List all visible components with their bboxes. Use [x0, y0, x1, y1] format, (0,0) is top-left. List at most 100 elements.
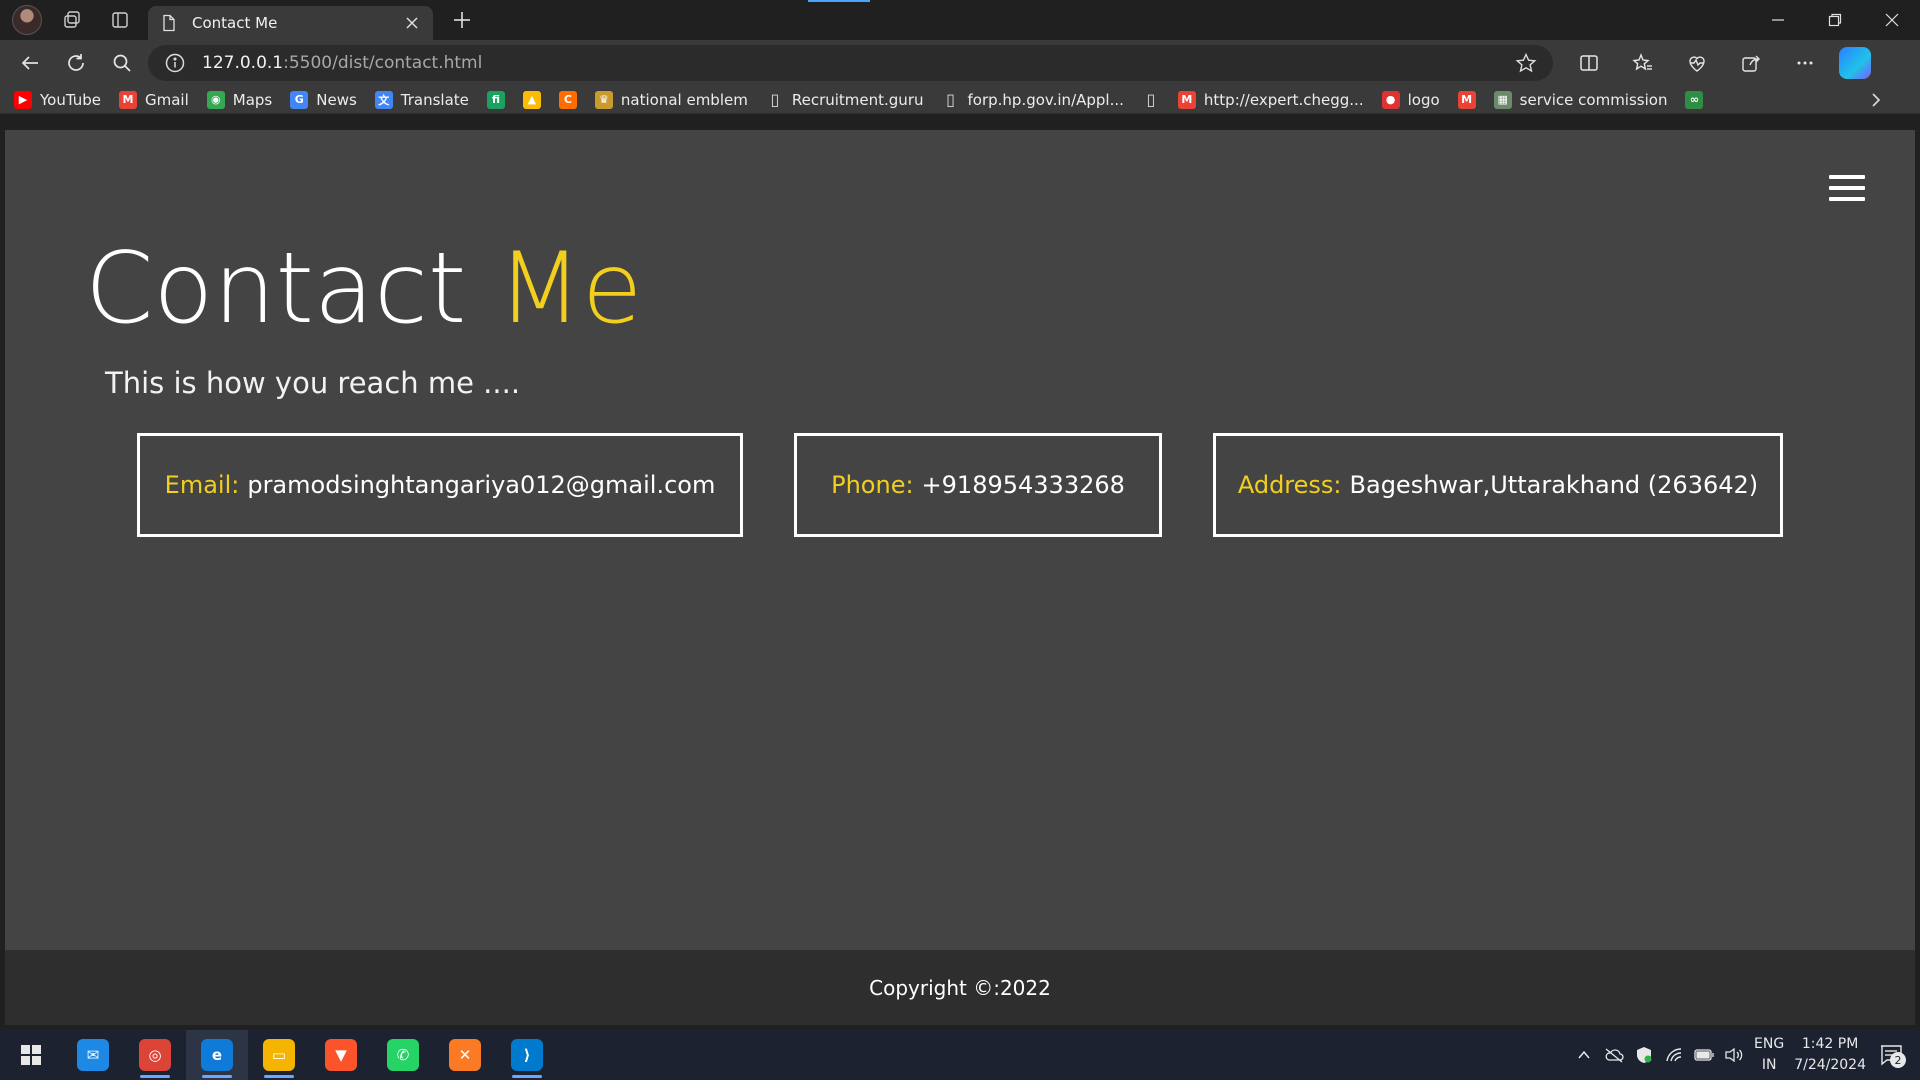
bookmark-label: News [316, 90, 357, 109]
page-icon: ▯ [946, 90, 955, 109]
arrow-left-icon [21, 56, 38, 70]
bookmark-item[interactable]: fi [486, 90, 505, 109]
volume-icon[interactable] [1724, 1045, 1744, 1065]
notifications-button[interactable]: 2 [1876, 1040, 1906, 1070]
minimize-button[interactable] [1749, 0, 1806, 40]
bookmark-item[interactable]: ▶ YouTube [14, 90, 101, 109]
more-options-button[interactable] [1785, 45, 1825, 81]
xampp-app-icon: ✕ [449, 1039, 481, 1071]
favorites-button[interactable] [1623, 45, 1663, 81]
wifi-icon[interactable] [1664, 1045, 1684, 1065]
restore-button[interactable] [1806, 0, 1863, 40]
document-icon [163, 14, 175, 32]
split-screen-button[interactable] [1569, 45, 1609, 81]
new-tab-button[interactable] [447, 5, 477, 35]
app-green-icon: fi [486, 90, 505, 109]
system-tray: ENG IN 1:42 PM 7/24/2024 2 [1574, 1034, 1920, 1076]
xampp-app[interactable]: ✕ [434, 1030, 496, 1080]
footer-copyright: Copyright ©:2022 [869, 975, 1051, 1000]
bookmark-label: Translate [400, 90, 469, 109]
url-host: 127.0.0.1 [202, 53, 284, 73]
bookmark-item[interactable]: ∞ [1685, 90, 1704, 109]
email-value: pramodsinghtangariya012@gmail.com [247, 471, 716, 499]
bookmarks-bar: ▶ YouTube M Gmail ◉ Maps G News 文 Translate fi ▲ C ♛ n… [0, 86, 1920, 114]
clock[interactable]: 1:42 PM 7/24/2024 [1794, 1034, 1866, 1076]
bookmark-item[interactable]: ◉ Maps [206, 90, 272, 109]
gfg-icon: ∞ [1685, 90, 1704, 109]
close-window-button[interactable] [1863, 0, 1920, 40]
bookmark-item[interactable]: ● logo [1381, 90, 1440, 109]
address-bar[interactable]: 127.0.0.1:5500/dist/contact.html [148, 45, 1553, 81]
bookmark-item[interactable]: M [1457, 90, 1476, 109]
page-title-accent: Me [497, 232, 643, 346]
browser-toolbar: 127.0.0.1:5500/dist/contact.html [0, 40, 1920, 86]
battery-icon[interactable] [1694, 1045, 1714, 1065]
page-viewport: Contact Me This is how you reach me ....… [5, 130, 1915, 1025]
back-button[interactable] [10, 45, 50, 81]
start-button[interactable] [0, 1030, 62, 1080]
page-title-main: Contact [85, 232, 498, 346]
bookmark-item[interactable]: ▲ [522, 90, 541, 109]
bookmark-item[interactable]: M Gmail [119, 90, 189, 109]
running-indicator [140, 1075, 170, 1078]
workspaces-icon[interactable] [54, 5, 90, 35]
bookmark-item[interactable]: ▯ forp.hp.gov.in/Appl... [942, 90, 1124, 109]
language-indicator[interactable]: ENG IN [1754, 1034, 1784, 1076]
page-icon: ▯ [1146, 90, 1156, 109]
bookmark-item[interactable]: ♛ national emblem [594, 90, 748, 109]
chevron-up-icon[interactable] [1574, 1045, 1594, 1065]
running-indicator [202, 1075, 232, 1078]
bookmark-label: Gmail [145, 90, 189, 109]
chrome-app[interactable]: ◎ [124, 1030, 186, 1080]
close-icon[interactable] [403, 14, 421, 32]
page-footer: Copyright ©:2022 [5, 950, 1915, 1025]
edge-app-icon: e [201, 1039, 233, 1071]
tab-title: Contact Me [192, 14, 278, 32]
brave-app[interactable]: ▼ [310, 1030, 372, 1080]
address-label: Address: [1237, 471, 1342, 499]
bookmark-item[interactable]: ▯ Recruitment.guru [766, 90, 923, 109]
plus-icon [454, 12, 470, 28]
vscode-app[interactable]: ⟩ [496, 1030, 558, 1080]
bookmark-item[interactable]: C [558, 90, 577, 109]
whatsapp-app[interactable]: ✆ [372, 1030, 434, 1080]
bookmark-item[interactable]: G News [290, 90, 357, 109]
file-explorer-app[interactable]: ▭ [248, 1030, 310, 1080]
bookmark-label: forp.hp.gov.in/Appl... [967, 90, 1124, 109]
address-value: Bageshwar,Uttarakhand (263642) [1349, 471, 1759, 499]
browser-essentials-button[interactable] [1677, 45, 1717, 81]
reload-icon [68, 54, 84, 71]
bookmark-label: service commission [1519, 90, 1668, 109]
page-title: Contact Me [85, 232, 642, 346]
chevron-right-icon[interactable] [1866, 90, 1886, 110]
vscode-app-icon: ⟩ [511, 1039, 543, 1071]
phone-value: +918954333268 [921, 471, 1125, 499]
bookmark-label: http://expert.chegg... [1203, 90, 1364, 109]
profile-avatar[interactable] [12, 5, 42, 35]
mail-app[interactable]: ✉ [62, 1030, 124, 1080]
reload-button[interactable] [56, 45, 96, 81]
hamburger-menu-icon[interactable] [1829, 175, 1865, 201]
bookmark-item[interactable]: Mhttp://expert.chegg... [1177, 90, 1364, 109]
copilot-icon[interactable] [1839, 47, 1871, 79]
bookmark-item[interactable]: 文 Translate [374, 90, 469, 109]
info-icon[interactable] [164, 52, 186, 74]
running-indicator [264, 1075, 294, 1078]
search-button[interactable] [102, 45, 142, 81]
bookmark-item[interactable]: ▦ service commission [1493, 90, 1668, 109]
tab-actions-icon[interactable] [102, 5, 138, 35]
edge-app[interactable]: e [186, 1030, 248, 1080]
gmail-icon: M [1457, 90, 1476, 109]
emblem-icon: ♛ [594, 90, 613, 109]
minimize-icon [1771, 19, 1784, 21]
bookmark-item[interactable]: ▯ [1142, 90, 1160, 109]
screen: Contact Me 127.0.0.1:5500/dist/contact.h… [0, 0, 1920, 1080]
star-icon[interactable] [1515, 52, 1537, 74]
heart-pulse-icon [1689, 56, 1705, 72]
share-button[interactable] [1731, 45, 1771, 81]
security-shield-icon[interactable] [1634, 1045, 1654, 1065]
logo-icon: ● [1381, 90, 1400, 109]
tab-contact-me[interactable]: Contact Me [148, 6, 433, 40]
mail-app-icon: ✉ [77, 1039, 109, 1071]
onedrive-icon[interactable] [1604, 1045, 1624, 1065]
